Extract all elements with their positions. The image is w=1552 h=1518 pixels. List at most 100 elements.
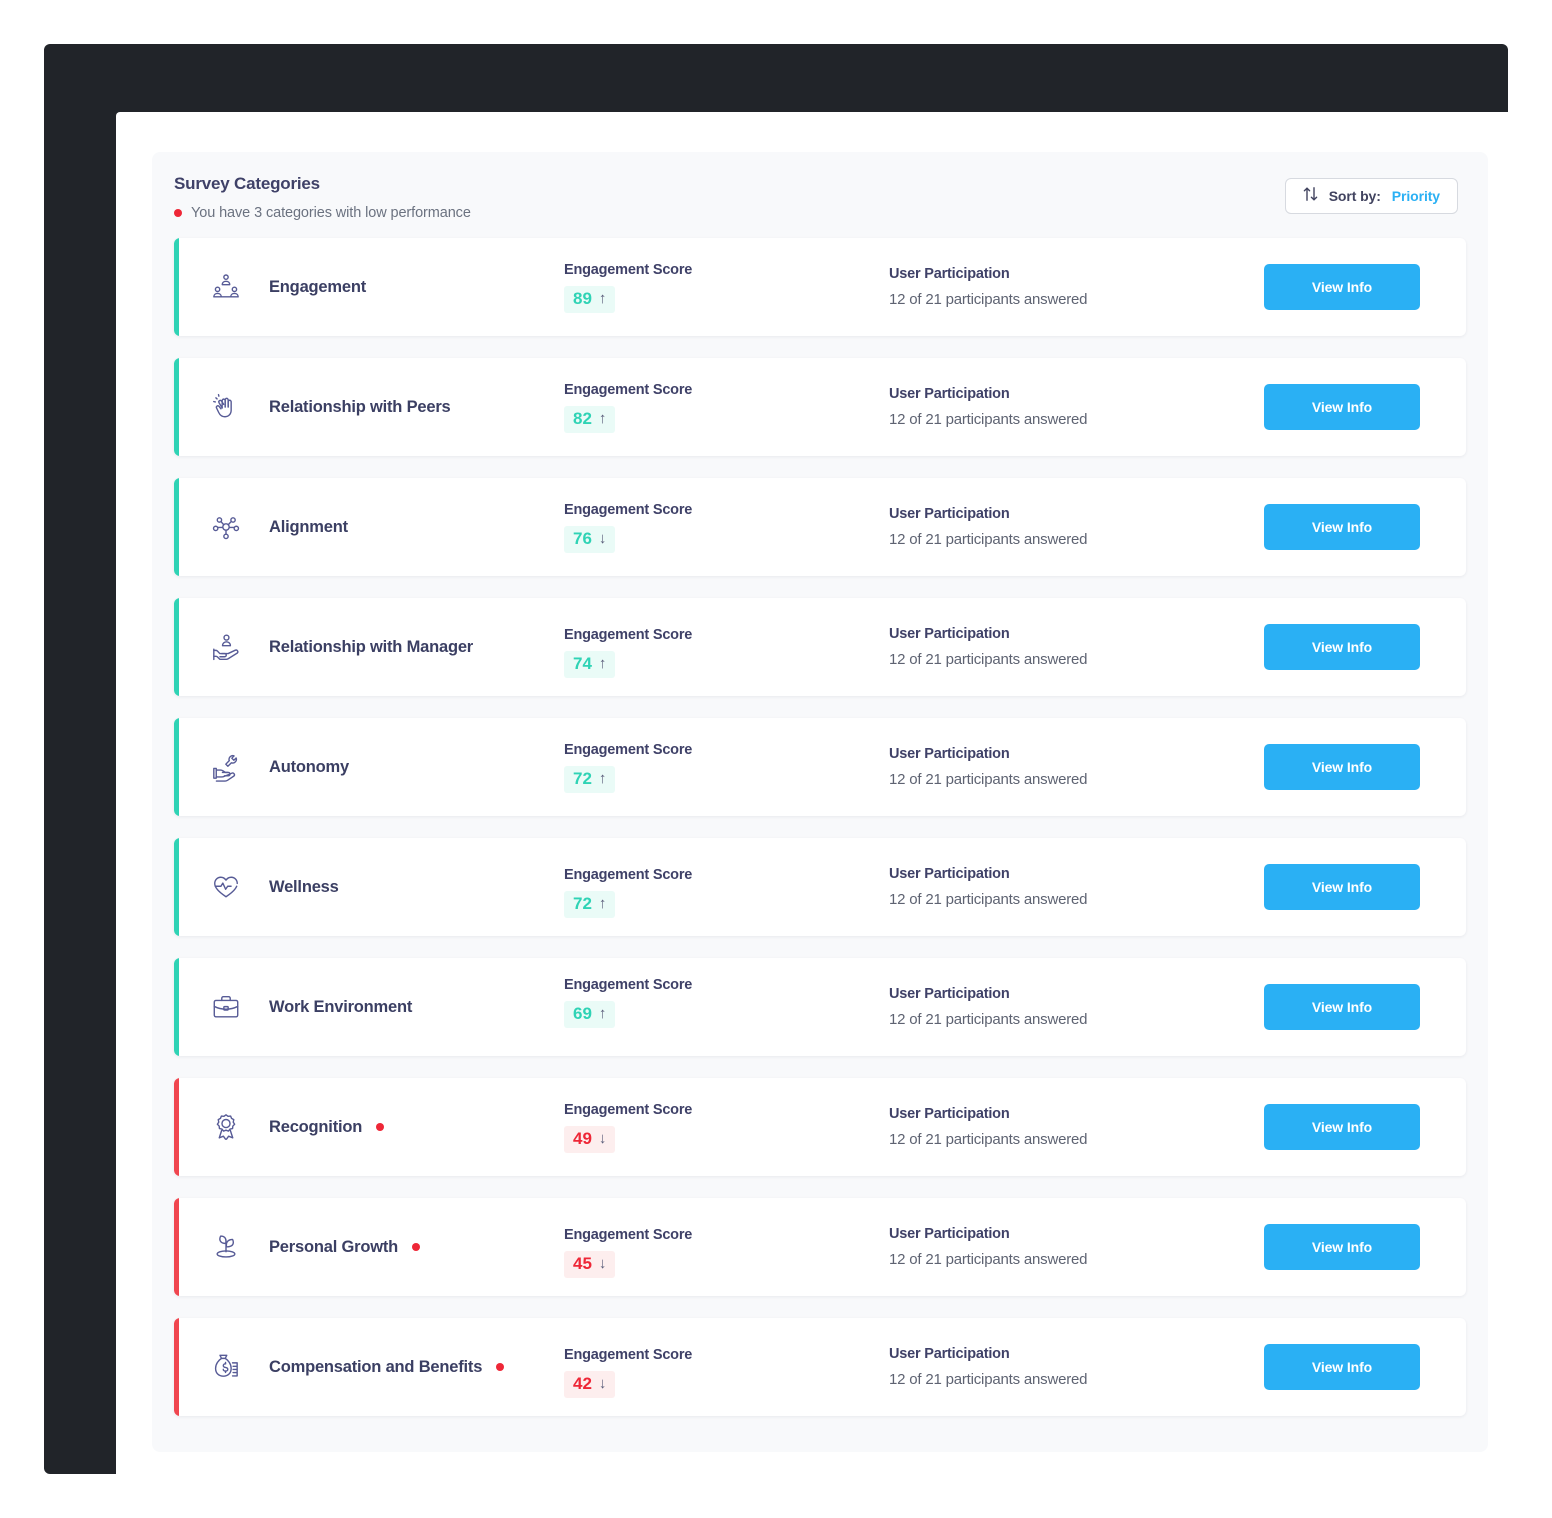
engagement-score-label: Engagement Score bbox=[564, 976, 693, 993]
status-badge: 72 ↑ bbox=[564, 890, 616, 918]
category-list: Engagement Engagement Score 89 ↑ User Partic… bbox=[152, 238, 1488, 1416]
engagement-score-label: Engagement Score bbox=[564, 1226, 693, 1243]
view-info-button[interactable]: View Info bbox=[1264, 984, 1420, 1030]
view-info-button[interactable]: View Info bbox=[1264, 264, 1420, 310]
low-performance-dot-icon bbox=[376, 1123, 385, 1131]
sort-by-label: Sort by: bbox=[1328, 188, 1381, 204]
engagement-score-block: Engagement Score 69 ↑ bbox=[564, 977, 889, 1028]
category-name: Compensation and Benefits bbox=[269, 1357, 483, 1376]
category-card[interactable]: Relationship with Manager Engagement Scor… bbox=[174, 598, 1466, 696]
user-participation-label: User Participation bbox=[889, 746, 1010, 762]
trend-up-icon: ↑ bbox=[598, 655, 607, 672]
status-badge: 89 ↑ bbox=[564, 285, 616, 313]
category-card[interactable]: Wellness Engagement Score 72 ↑ User Particip… bbox=[174, 838, 1466, 936]
category-actions: View Info bbox=[1264, 984, 1466, 1030]
trend-down-icon: ↓ bbox=[598, 1255, 607, 1272]
view-info-button[interactable]: View Info bbox=[1264, 864, 1420, 910]
status-badge: 42 ↓ bbox=[564, 1370, 616, 1398]
sort-by-button[interactable]: Sort by: Priority bbox=[1284, 178, 1458, 214]
category-name: Personal Growth bbox=[269, 1237, 399, 1256]
category-identity: Personal Growth bbox=[174, 1230, 564, 1264]
team-hierarchy-icon bbox=[209, 270, 243, 304]
engagement-score-block: Engagement Score 82 ↑ bbox=[564, 382, 889, 433]
status-badge: 45 ↓ bbox=[564, 1250, 616, 1278]
user-participation-label: User Participation bbox=[889, 266, 1010, 282]
engagement-score-label: Engagement Score bbox=[564, 866, 693, 883]
trend-up-icon: ↑ bbox=[598, 770, 607, 787]
status-bar bbox=[174, 838, 179, 936]
view-info-button[interactable]: View Info bbox=[1264, 1344, 1420, 1390]
view-info-button[interactable]: View Info bbox=[1264, 624, 1420, 670]
category-card[interactable]: Alignment Engagement Score 76 ↓ User Partici… bbox=[174, 478, 1466, 576]
trend-up-icon: ↑ bbox=[598, 895, 607, 912]
user-participation-block: User Participation 12 of 21 participants … bbox=[889, 266, 1264, 308]
user-participation-block: User Participation 12 of 21 participants … bbox=[889, 1106, 1264, 1148]
user-participation-value: 12 of 21 participants answered bbox=[889, 411, 1088, 428]
category-actions: View Info bbox=[1264, 624, 1466, 670]
engagement-score-label: Engagement Score bbox=[564, 261, 693, 278]
engagement-score-value: 89 bbox=[573, 288, 592, 308]
status-badge: 82 ↑ bbox=[564, 405, 616, 433]
status-badge: 76 ↓ bbox=[564, 525, 616, 553]
category-card[interactable]: Engagement Engagement Score 89 ↑ User Partic… bbox=[174, 238, 1466, 336]
category-identity: Relationship with Manager bbox=[174, 630, 564, 664]
category-identity: Compensation and Benefits bbox=[174, 1350, 564, 1384]
engagement-score-value: 69 bbox=[573, 1003, 592, 1023]
engagement-score-block: Engagement Score 49 ↓ bbox=[564, 1102, 889, 1153]
category-card[interactable]: Relationship with Peers Engagement Score 8… bbox=[174, 358, 1466, 456]
device-bezel: Survey Categories You have 3 categories … bbox=[44, 44, 1524, 1494]
view-info-button[interactable]: View Info bbox=[1264, 384, 1420, 430]
view-info-button[interactable]: View Info bbox=[1264, 504, 1420, 550]
hand-holding-wrench-icon bbox=[209, 750, 243, 784]
category-actions: View Info bbox=[1264, 864, 1466, 910]
engagement-score-value: 72 bbox=[573, 893, 592, 913]
user-participation-block: User Participation 12 of 21 participants … bbox=[889, 746, 1264, 788]
category-name: Wellness bbox=[269, 877, 339, 896]
user-participation-block: User Participation 12 of 21 participants … bbox=[889, 506, 1264, 548]
trend-down-icon: ↓ bbox=[598, 530, 607, 547]
heart-pulse-icon bbox=[209, 870, 243, 904]
app-window: Survey Categories You have 3 categories … bbox=[116, 112, 1524, 1494]
user-participation-block: User Participation 12 of 21 participants … bbox=[889, 1346, 1264, 1388]
engagement-score-block: Engagement Score 42 ↓ bbox=[564, 1347, 889, 1398]
category-actions: View Info bbox=[1264, 504, 1466, 550]
status-bar bbox=[174, 718, 179, 816]
low-performance-dot-icon bbox=[412, 1243, 421, 1251]
alert-dot-icon bbox=[174, 209, 182, 217]
category-name: Recognition bbox=[269, 1117, 363, 1136]
low-performance-alert: You have 3 categories with low performan… bbox=[174, 205, 1458, 221]
view-info-button[interactable]: View Info bbox=[1264, 1104, 1420, 1150]
trend-down-icon: ↓ bbox=[598, 1375, 607, 1392]
category-identity: Recognition bbox=[174, 1110, 564, 1144]
engagement-score-label: Engagement Score bbox=[564, 626, 693, 643]
category-card[interactable]: Recognition Engagement Score 49 ↓ User Parti… bbox=[174, 1078, 1466, 1176]
user-participation-label: User Participation bbox=[889, 506, 1010, 522]
status-bar bbox=[174, 1078, 179, 1176]
category-card[interactable]: Autonomy Engagement Score 72 ↑ User Particip… bbox=[174, 718, 1466, 816]
category-card[interactable]: Personal Growth Engagement Score 45 ↓ User P… bbox=[174, 1198, 1466, 1296]
engagement-score-block: Engagement Score 76 ↓ bbox=[564, 502, 889, 553]
status-bar bbox=[174, 478, 179, 576]
engagement-score-block: Engagement Score 72 ↑ bbox=[564, 867, 889, 918]
engagement-score-value: 42 bbox=[573, 1373, 592, 1393]
user-participation-label: User Participation bbox=[889, 1346, 1010, 1362]
status-bar bbox=[174, 238, 179, 336]
user-participation-label: User Participation bbox=[889, 626, 1010, 642]
category-card[interactable]: Compensation and Benefits Engagement Scor… bbox=[174, 1318, 1466, 1416]
user-participation-value: 12 of 21 participants answered bbox=[889, 1131, 1088, 1148]
category-name: Alignment bbox=[269, 517, 348, 536]
engagement-score-value: 82 bbox=[573, 408, 592, 428]
user-participation-value: 12 of 21 participants answered bbox=[889, 651, 1088, 668]
view-info-button[interactable]: View Info bbox=[1264, 1224, 1420, 1270]
trend-down-icon: ↓ bbox=[598, 1130, 607, 1147]
sort-arrows-icon bbox=[1303, 186, 1318, 207]
category-card[interactable]: Work Environment Engagement Score 69 ↑ User … bbox=[174, 958, 1466, 1056]
status-badge: 69 ↑ bbox=[564, 1000, 616, 1028]
user-participation-value: 12 of 21 participants answered bbox=[889, 1251, 1088, 1268]
user-participation-label: User Participation bbox=[889, 1226, 1010, 1242]
category-identity: Wellness bbox=[174, 870, 564, 904]
engagement-score-block: Engagement Score 74 ↑ bbox=[564, 627, 889, 678]
category-actions: View Info bbox=[1264, 1104, 1466, 1150]
category-name: Relationship with Manager bbox=[269, 637, 474, 656]
view-info-button[interactable]: View Info bbox=[1264, 744, 1420, 790]
